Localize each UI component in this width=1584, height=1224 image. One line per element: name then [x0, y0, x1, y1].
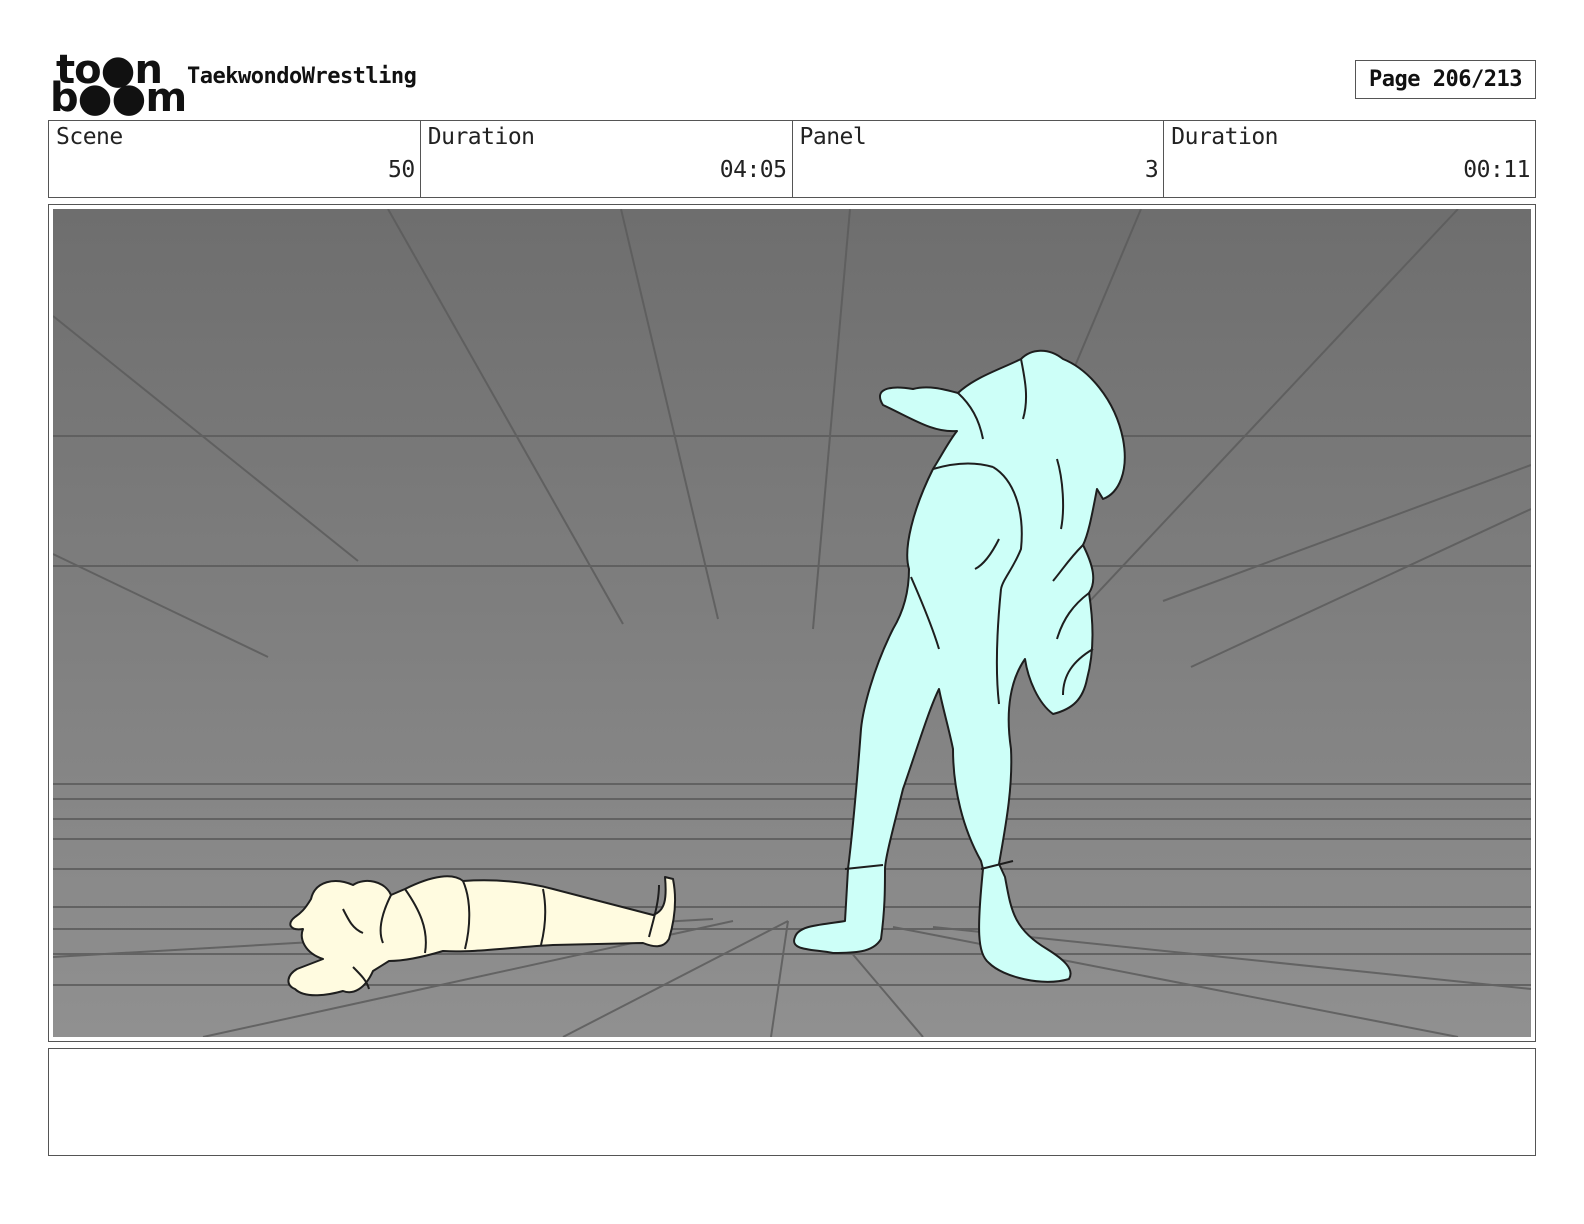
logo-bottom-text: b●●m: [50, 75, 187, 121]
storyboard-info-row: Scene 50 Duration 04:05 Panel 3 Duration…: [48, 120, 1536, 198]
panel-notes-box: [48, 1048, 1536, 1156]
scene-duration-label: Duration: [427, 124, 535, 150]
scene-value: 50: [388, 157, 415, 183]
project-title: TaekwondoWrestling: [187, 64, 417, 89]
toonboom-logo: to●n b●●m: [50, 50, 187, 118]
panel-drawing: [53, 209, 1531, 1037]
panel-value: 3: [1144, 157, 1159, 183]
panel-duration-cell: Duration 00:11: [1164, 121, 1535, 197]
page-counter: Page 206/213: [1355, 60, 1536, 99]
scene-cell: Scene 50: [49, 121, 421, 197]
panel-cell: Panel 3: [793, 121, 1165, 197]
panel-background: [53, 209, 1531, 1037]
storyboard-panel-frame: [48, 204, 1536, 1042]
scene-duration-value: 04:05: [719, 157, 787, 183]
panel-duration-label: Duration: [1171, 124, 1279, 150]
scene-duration-cell: Duration 04:05: [421, 121, 793, 197]
panel-duration-value: 00:11: [1463, 157, 1530, 183]
scene-label: Scene: [56, 124, 123, 150]
panel-label: Panel: [799, 124, 867, 150]
